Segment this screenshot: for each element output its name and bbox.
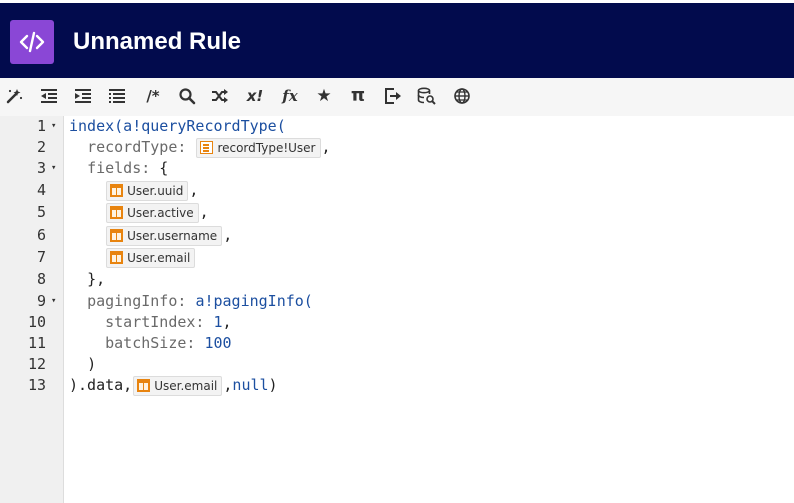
code-logo-icon <box>10 20 54 64</box>
record-type-token[interactable]: recordType!User <box>196 137 321 158</box>
code-keyword-param: pagingInfo: <box>87 292 187 310</box>
variable-icon[interactable]: x! <box>244 86 266 106</box>
line-number: 7 <box>36 248 46 266</box>
code-line[interactable]: 2 recordType: recordType!User, <box>0 137 794 158</box>
pi-icon[interactable]: π <box>348 86 368 106</box>
database-search-icon[interactable] <box>416 86 438 106</box>
code-line[interactable]: 6 User.username, <box>0 225 794 246</box>
code-number: 100 <box>204 334 232 352</box>
code-line[interactable]: 13 ).data, User.email ,null) <box>0 375 794 396</box>
fold-toggle-icon[interactable]: ▾ <box>51 116 56 137</box>
line-number: 12 <box>27 355 46 373</box>
line-number: 11 <box>27 334 46 352</box>
code-line[interactable]: 12 ) <box>0 354 794 375</box>
search-icon[interactable] <box>177 86 197 106</box>
record-field-token[interactable]: User.email <box>106 247 196 268</box>
globe-icon[interactable] <box>452 86 472 106</box>
list-icon[interactable] <box>107 86 127 106</box>
code-line[interactable]: 8 }, <box>0 269 794 290</box>
fold-toggle-icon[interactable]: ▾ <box>51 291 56 312</box>
code-keyword-param: startIndex: <box>105 313 205 331</box>
magic-wand-icon[interactable] <box>4 86 24 106</box>
line-number: 5 <box>36 203 46 221</box>
code-keyword-param: fields: <box>87 159 151 177</box>
code-null-literal: null <box>232 376 269 394</box>
record-field-token[interactable]: User.uuid <box>106 180 189 201</box>
record-field-icon <box>137 379 151 392</box>
editor-toolbar: /* x! fx ★ π <box>0 78 794 116</box>
line-number: 1 <box>36 117 46 135</box>
record-field-icon <box>110 229 124 242</box>
code-line[interactable]: 11 batchSize: 100 <box>0 333 794 354</box>
line-number: 6 <box>36 226 46 244</box>
code-line[interactable]: 4 User.uuid, <box>0 180 794 201</box>
record-field-token[interactable]: User.active <box>106 202 199 223</box>
line-number: 4 <box>36 181 46 199</box>
code-number: 1 <box>213 313 223 331</box>
fold-toggle-icon[interactable]: ▾ <box>51 158 56 179</box>
function-icon[interactable]: fx <box>279 86 301 106</box>
record-field-icon <box>110 184 124 197</box>
page-title: Unnamed Rule <box>73 28 242 55</box>
code-function-call: index(a!queryRecordType( <box>69 117 286 135</box>
code-keyword-param: batchSize: <box>105 334 196 352</box>
record-field-token[interactable]: User.email <box>133 375 223 396</box>
line-number: 13 <box>27 376 46 394</box>
code-line[interactable]: 7 User.email <box>0 247 794 268</box>
star-icon[interactable]: ★ <box>314 86 334 106</box>
outdent-icon[interactable] <box>39 86 59 106</box>
export-icon[interactable] <box>383 86 403 106</box>
code-line[interactable]: 9 ▾ pagingInfo: a!pagingInfo( <box>0 291 794 312</box>
record-field-icon <box>110 206 124 219</box>
record-type-icon <box>200 141 214 154</box>
shuffle-icon[interactable] <box>210 86 230 106</box>
record-field-icon <box>110 251 124 264</box>
code-function-call: a!pagingInfo( <box>195 292 313 310</box>
line-number: 9 <box>36 292 46 310</box>
app-header: Unnamed Rule <box>0 0 794 78</box>
code-line[interactable]: 3 ▾ fields: { <box>0 158 794 179</box>
code-keyword-param: recordType: <box>87 138 187 156</box>
line-number: 10 <box>27 313 46 331</box>
code-line[interactable]: 10 startIndex: 1, <box>0 312 794 333</box>
line-number: 3 <box>36 159 46 177</box>
indent-icon[interactable] <box>73 86 93 106</box>
record-field-token[interactable]: User.username <box>106 225 223 246</box>
comment-icon[interactable]: /* <box>141 86 165 106</box>
line-number: 8 <box>36 270 46 288</box>
line-number: 2 <box>36 138 46 156</box>
code-line[interactable]: 1 ▾ index(a!queryRecordType( <box>0 116 794 137</box>
code-line[interactable]: 5 User.active, <box>0 202 794 223</box>
